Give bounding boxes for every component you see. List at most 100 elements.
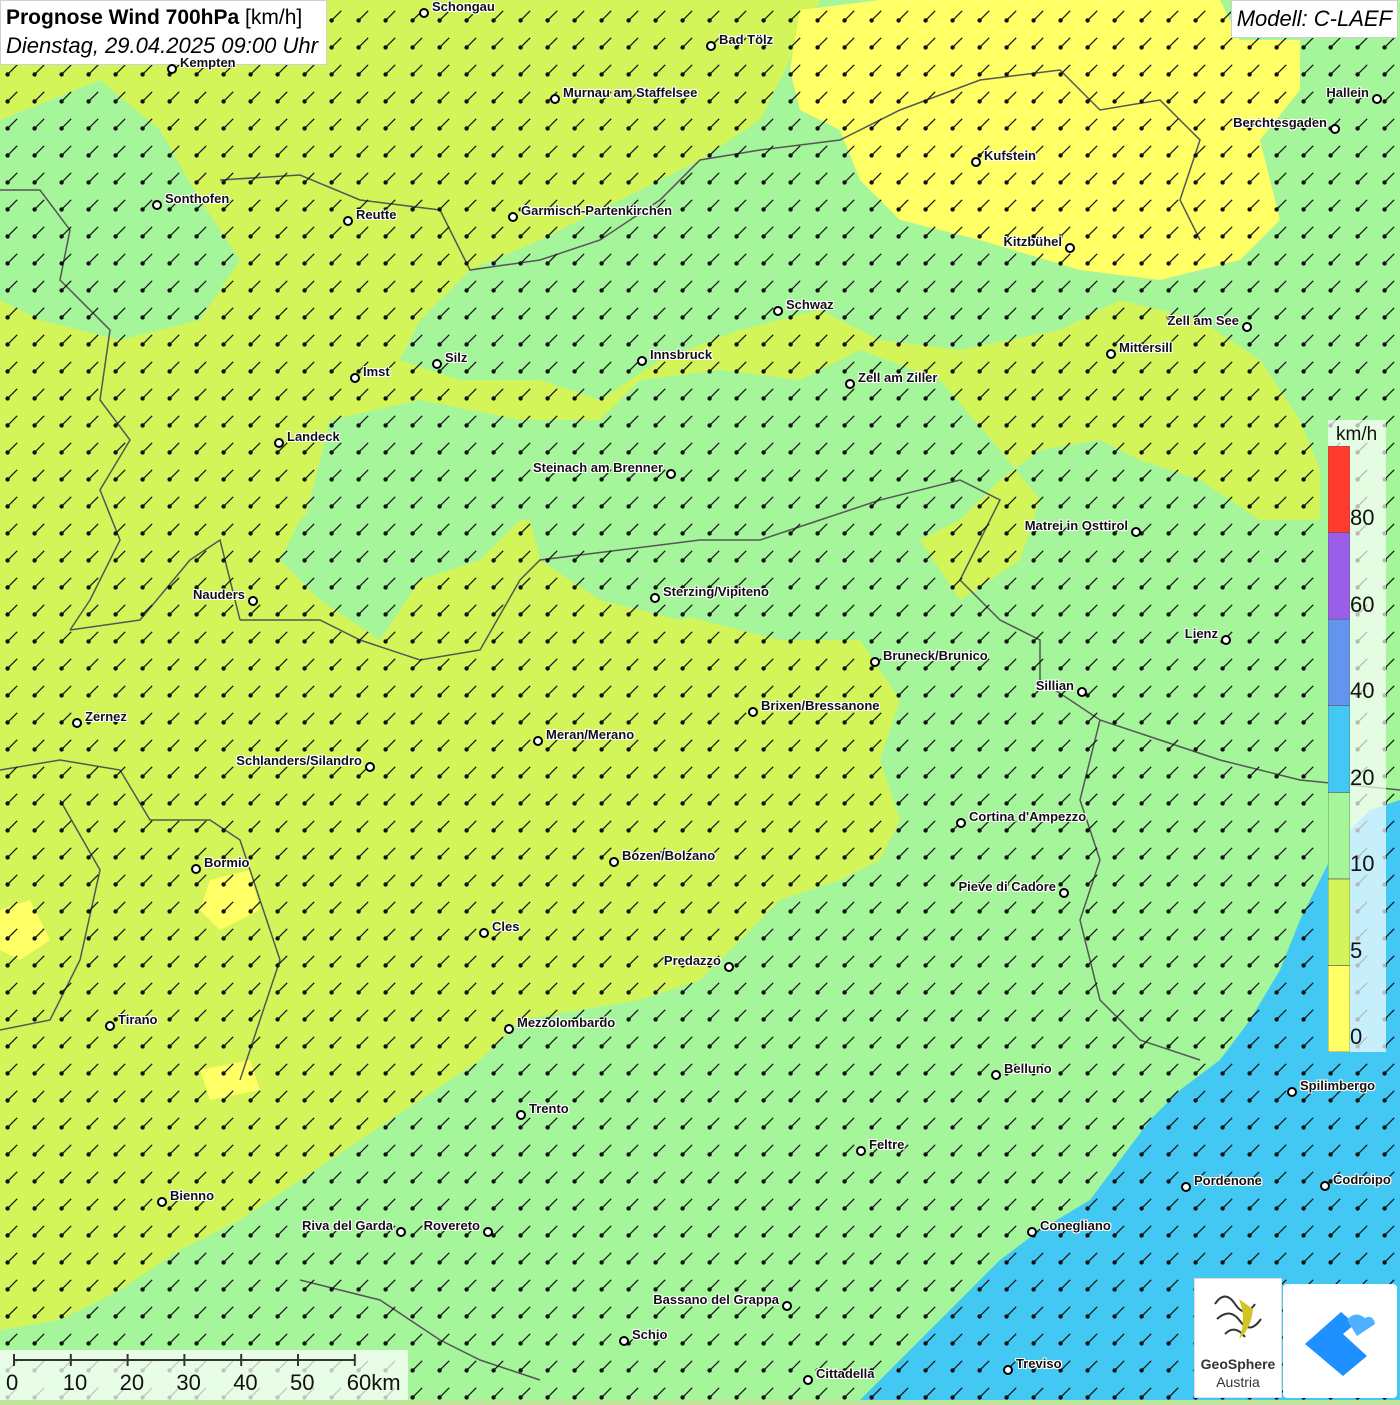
- wind-arrow-head: [950, 315, 955, 320]
- wind-arrow-head: [32, 1206, 37, 1211]
- wind-arrow-head: [329, 1287, 334, 1292]
- wind-arrow-head: [734, 1233, 739, 1238]
- wind-arrow-head: [302, 1017, 307, 1022]
- wind-arrow-head: [491, 1206, 496, 1211]
- wind-arrow-head: [815, 423, 820, 428]
- wind-arrow-head: [1004, 99, 1009, 104]
- wind-arrow-head: [1112, 1206, 1117, 1211]
- wind-arrow-head: [194, 909, 199, 914]
- wind-arrow-head: [788, 1017, 793, 1022]
- wind-arrow-head: [977, 693, 982, 698]
- wind-arrow-head: [1355, 1233, 1360, 1238]
- wind-arrow-head: [977, 855, 982, 860]
- wind-arrow-head: [1247, 855, 1252, 860]
- wind-arrow-head: [356, 747, 361, 752]
- wind-arrow-head: [302, 396, 307, 401]
- wind-arrow-head: [302, 828, 307, 833]
- wind-arrow-head: [545, 693, 550, 698]
- wind-arrow-head: [1166, 1017, 1171, 1022]
- wind-arrow-head: [5, 450, 10, 455]
- wind-arrow-head: [5, 504, 10, 509]
- wind-arrow-head: [1085, 1071, 1090, 1076]
- wind-arrow-head: [1355, 342, 1360, 347]
- wind-arrow-head: [356, 1233, 361, 1238]
- wind-arrow-head: [896, 882, 901, 887]
- wind-arrow-head: [599, 612, 604, 617]
- wind-arrow-head: [788, 1071, 793, 1076]
- wind-arrow-head: [599, 855, 604, 860]
- wind-arrow-head: [545, 315, 550, 320]
- wind-arrow-head: [194, 774, 199, 779]
- wind-arrow-head: [248, 1098, 253, 1103]
- wind-arrow-head: [815, 45, 820, 50]
- wind-arrow-head: [950, 963, 955, 968]
- wind-arrow-head: [221, 99, 226, 104]
- wind-arrow-head: [410, 1044, 415, 1049]
- wind-arrow-head: [545, 153, 550, 158]
- wind-arrow-head: [518, 639, 523, 644]
- wind-arrow-head: [86, 1125, 91, 1130]
- wind-arrow-head: [59, 720, 64, 725]
- wind-arrow-head: [1301, 774, 1306, 779]
- wind-arrow-head: [815, 747, 820, 752]
- wind-arrow-head: [5, 1152, 10, 1157]
- wind-arrow-head: [842, 747, 847, 752]
- wind-arrow-head: [1112, 720, 1117, 725]
- wind-arrow-head: [356, 612, 361, 617]
- wind-arrow-head: [599, 801, 604, 806]
- wind-arrow-head: [896, 477, 901, 482]
- wind-arrow-head: [1220, 423, 1225, 428]
- wind-arrow-head: [626, 1233, 631, 1238]
- wind-arrow-head: [518, 612, 523, 617]
- wind-arrow-head: [140, 774, 145, 779]
- wind-arrow-head: [869, 18, 874, 23]
- wind-arrow-head: [815, 99, 820, 104]
- wind-arrow-head: [1058, 423, 1063, 428]
- wind-arrow-head: [1193, 693, 1198, 698]
- wind-arrow-head: [572, 45, 577, 50]
- wind-arrow-head: [1166, 423, 1171, 428]
- wind-arrow-head: [572, 477, 577, 482]
- wind-arrow-head: [275, 450, 280, 455]
- wind-arrow-head: [707, 1044, 712, 1049]
- wind-arrow-head: [275, 612, 280, 617]
- wind-arrow-head: [761, 261, 766, 266]
- wind-arrow-head: [761, 72, 766, 77]
- wind-arrow-head: [815, 18, 820, 23]
- wind-arrow-head: [761, 747, 766, 752]
- wind-arrow-head: [140, 1287, 145, 1292]
- wind-arrow-head: [680, 1125, 685, 1130]
- wind-arrow-head: [518, 126, 523, 131]
- wind-arrow-head: [167, 1260, 172, 1265]
- wind-arrow-head: [734, 747, 739, 752]
- wind-arrow-head: [194, 855, 199, 860]
- wind-arrow-head: [1301, 1071, 1306, 1076]
- wind-arrow-head: [194, 450, 199, 455]
- wind-arrow-head: [86, 693, 91, 698]
- wind-arrow-head: [32, 450, 37, 455]
- wind-arrow-head: [950, 774, 955, 779]
- wind-arrow-head: [1139, 882, 1144, 887]
- wind-arrow-head: [1004, 1260, 1009, 1265]
- wind-arrow-head: [491, 1017, 496, 1022]
- wind-arrow-head: [761, 99, 766, 104]
- wind-arrow-head: [842, 1071, 847, 1076]
- wind-arrow-head: [1112, 1071, 1117, 1076]
- wind-arrow-head: [59, 909, 64, 914]
- wind-arrow-head: [1301, 1179, 1306, 1184]
- wind-arrow-head: [59, 72, 64, 77]
- wind-arrow-head: [167, 450, 172, 455]
- wind-arrow-head: [167, 1125, 172, 1130]
- wind-arrow-head: [5, 1017, 10, 1022]
- wind-arrow-head: [437, 72, 442, 77]
- wind-arrow-head: [167, 855, 172, 860]
- wind-arrow-head: [329, 18, 334, 23]
- wind-arrow-head: [1193, 396, 1198, 401]
- wind-arrow-head: [1274, 855, 1279, 860]
- wind-arrow-head: [977, 126, 982, 131]
- wind-arrow-head: [356, 153, 361, 158]
- wind-arrow-head: [1355, 1125, 1360, 1130]
- wind-arrow-head: [977, 369, 982, 374]
- wind-arrow-head: [1355, 396, 1360, 401]
- wind-arrow-head: [1166, 45, 1171, 50]
